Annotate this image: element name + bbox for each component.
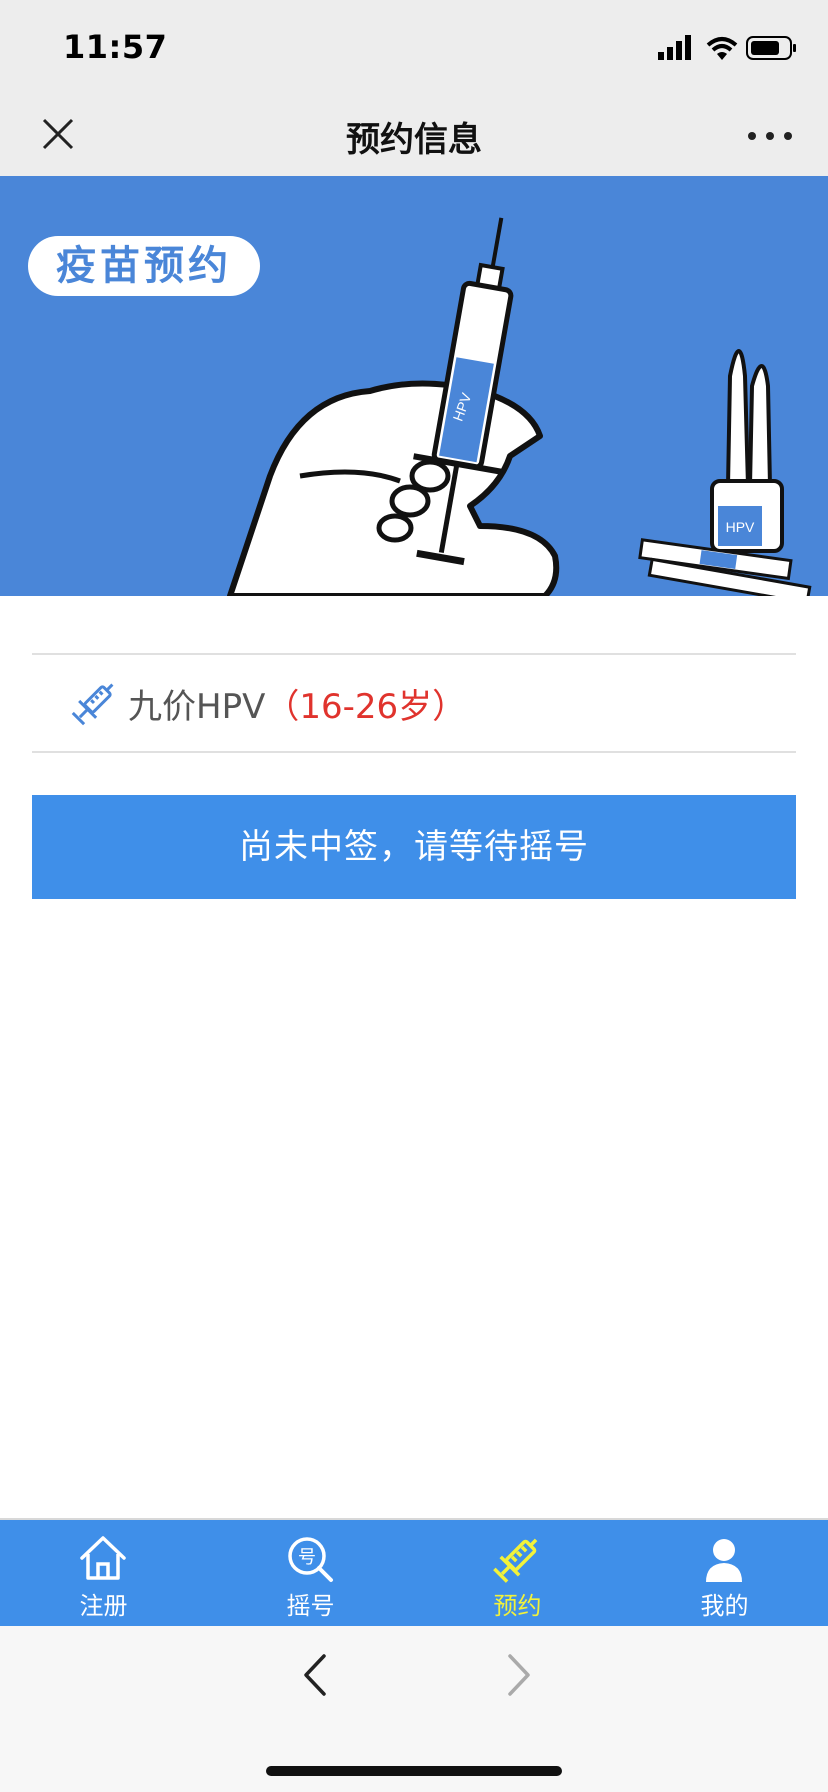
tab-mine[interactable]: 我的 <box>621 1520 828 1628</box>
wifi-icon <box>706 37 738 60</box>
svg-text:号: 号 <box>298 1547 316 1568</box>
browser-toolbar <box>0 1626 828 1792</box>
person-icon <box>706 1539 742 1582</box>
home-icon <box>80 1536 126 1580</box>
syringe-icon <box>71 683 114 726</box>
page-title: 预约信息 <box>346 120 482 160</box>
status-bar: 11:57 <box>0 0 828 96</box>
battery-icon <box>746 36 796 60</box>
more-icon[interactable] <box>742 116 798 156</box>
vaccine-item: 九价HPV（16-26岁） <box>32 653 796 753</box>
hand-syringe-illustration: HPV HPV <box>227 217 812 596</box>
lottery-status-button[interactable]: 尚未中签，请等待摇号 <box>32 795 796 899</box>
tab-label: 注册 <box>79 1592 128 1620</box>
vial-label: HPV <box>726 519 755 535</box>
lottery-search-icon: 号 <box>288 1537 333 1582</box>
tab-lottery[interactable]: 号 摇号 <box>207 1520 414 1628</box>
nav-bar: 预约信息 <box>0 96 828 176</box>
tab-label: 摇号 <box>286 1592 335 1620</box>
tab-bar: 注册 号 摇号 预约 我的 <box>0 1518 828 1628</box>
forward-arrow-icon[interactable] <box>500 1652 536 1698</box>
status-time: 11:57 <box>63 28 168 66</box>
signal-icon <box>658 35 691 60</box>
status-icons <box>658 35 796 60</box>
tab-label: 我的 <box>700 1592 749 1620</box>
back-arrow-icon[interactable] <box>298 1652 334 1698</box>
vaccine-age-range: （16-26岁） <box>265 687 467 727</box>
vaccine-title: 九价HPV（16-26岁） <box>128 679 466 728</box>
vaccine-name-text: 九价HPV <box>128 687 266 727</box>
syringe-icon <box>493 1538 538 1583</box>
tab-label: 预约 <box>493 1592 542 1620</box>
tab-appointment[interactable]: 预约 <box>414 1520 621 1628</box>
home-indicator <box>266 1766 562 1776</box>
vaccine-banner: 疫苗预约 HPV HPV <box>0 176 828 596</box>
tab-register[interactable]: 注册 <box>0 1520 207 1628</box>
